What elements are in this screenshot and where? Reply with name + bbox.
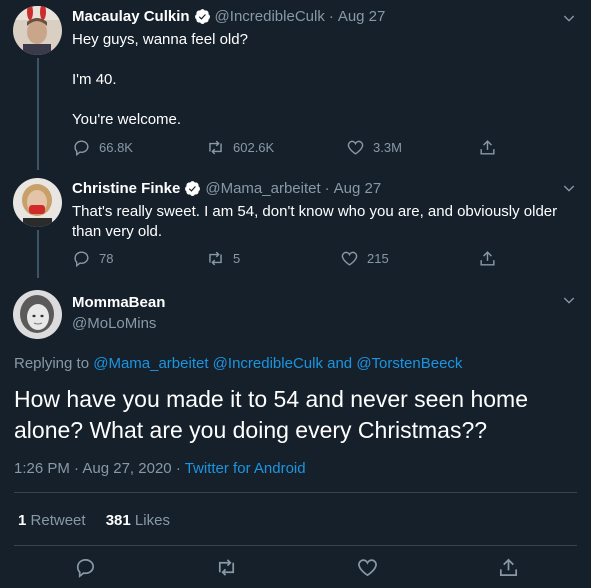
- tweet-text-line: than very old.: [72, 223, 163, 240]
- tweet-text-line: Hey guys, wanna feel old?: [72, 31, 248, 48]
- reply-count: 66.8K: [99, 140, 133, 155]
- retweet-button[interactable]: 5: [206, 249, 240, 268]
- tweet-christine-finke[interactable]: Christine Finke @Mama_arbeitet · Aug 27 …: [0, 170, 591, 280]
- main-tweet-actions: [0, 556, 591, 580]
- tweet-text-line: You're welcome.: [72, 111, 182, 128]
- divider: [14, 492, 577, 493]
- replying-to: Replying to @Mama_arbeitet @IncredibleCu…: [14, 355, 462, 372]
- main-display-name[interactable]: MommaBean: [72, 294, 165, 311]
- main-time[interactable]: 1:26 PM: [14, 460, 70, 477]
- retweet-count: 5: [233, 251, 241, 266]
- chevron-down-icon[interactable]: [561, 292, 577, 308]
- tweet-text: That's really sweet. I am 54, don't know…: [72, 202, 572, 242]
- retweet-total: 1: [18, 512, 27, 529]
- likes-stat[interactable]: 381 Likes: [106, 512, 170, 529]
- like-stat-label: Likes: [134, 512, 170, 529]
- tweet-header: Christine Finke @Mama_arbeitet · Aug 27: [72, 180, 381, 197]
- reply-button[interactable]: 78: [72, 249, 113, 268]
- retweet-button[interactable]: 602.6K: [206, 138, 274, 157]
- retweet-icon[interactable]: [215, 556, 238, 579]
- mention-and[interactable]: and: [327, 355, 352, 372]
- like-button[interactable]: 215: [340, 249, 389, 268]
- like-icon[interactable]: [356, 556, 379, 579]
- tweet-text-line: I'm 40.: [72, 71, 117, 88]
- tweet-text: Hey guys, wanna feel old? I'm 40. You're…: [72, 30, 248, 130]
- reply-button[interactable]: 66.8K: [72, 138, 133, 157]
- tweet-macaulay-culkin[interactable]: Macaulay Culkin @IncredibleCulk · Aug 27…: [0, 0, 591, 170]
- chevron-down-icon[interactable]: [561, 10, 577, 26]
- display-name[interactable]: Christine Finke: [72, 180, 180, 197]
- reply-icon[interactable]: [74, 556, 97, 579]
- chevron-down-icon[interactable]: [561, 180, 577, 196]
- tweet-actions: 78 5 215: [72, 249, 512, 271]
- share-icon: [480, 251, 495, 266]
- like-count: 3.3M: [373, 140, 402, 155]
- share-button[interactable]: [478, 249, 497, 268]
- tweet-actions: 66.8K 602.6K 3.3M: [72, 138, 512, 160]
- engagement-stats: 1 Retweet 381 Likes: [18, 512, 170, 529]
- reply-count: 78: [99, 251, 114, 266]
- retweet-icon: [209, 140, 222, 155]
- reply-icon: [74, 251, 89, 268]
- share-icon[interactable]: [497, 556, 520, 579]
- separator: ·: [74, 460, 80, 477]
- tweet-header: Macaulay Culkin @IncredibleCulk · Aug 27: [72, 8, 385, 25]
- mention-mama-arbeitet[interactable]: @Mama_arbeitet: [93, 355, 208, 372]
- separator: ·: [324, 180, 330, 197]
- retweet-stat-label: Retweet: [30, 512, 86, 529]
- tweet-text-line: That's really sweet. I am 54, don't know…: [72, 203, 558, 220]
- handle[interactable]: @Mama_arbeitet: [205, 180, 320, 197]
- retweet-count: 602.6K: [233, 140, 275, 155]
- like-icon: [347, 140, 364, 155]
- separator: ·: [328, 8, 334, 25]
- avatar-christine-finke[interactable]: [13, 178, 62, 227]
- like-count: 215: [367, 251, 389, 266]
- main-tweet-text: How have you made it to 54 and never see…: [14, 384, 528, 446]
- timestamp[interactable]: Aug 27: [338, 8, 386, 25]
- retweet-icon: [209, 251, 222, 266]
- like-icon: [341, 251, 358, 266]
- avatar-macaulay-culkin[interactable]: [13, 6, 62, 55]
- handle[interactable]: @IncredibleCulk: [215, 8, 325, 25]
- divider: [14, 545, 577, 546]
- main-tweet-text-line: alone? What are you doing every Christma…: [14, 417, 488, 443]
- mention-torstenbeeck[interactable]: @TorstenBeeck: [356, 355, 462, 372]
- mention-incredibleculk[interactable]: @IncredibleCulk: [213, 355, 323, 372]
- main-tweet-meta: 1:26 PM · Aug 27, 2020 · Twitter for And…: [14, 460, 306, 477]
- retweets-stat[interactable]: 1 Retweet: [18, 512, 90, 529]
- like-button[interactable]: 3.3M: [346, 138, 402, 157]
- share-button[interactable]: [478, 138, 497, 157]
- reply-icon: [74, 140, 89, 157]
- share-icon: [480, 140, 495, 155]
- avatar-mommabean[interactable]: [13, 290, 62, 339]
- separator: ·: [175, 460, 181, 477]
- verified-badge-icon: [194, 9, 210, 24]
- main-tweet: MommaBean @MoLoMins Replying to @Mama_ar…: [0, 280, 591, 588]
- main-tweet-text-line: How have you made it to 54 and never see…: [14, 386, 528, 412]
- timestamp[interactable]: Aug 27: [334, 180, 382, 197]
- main-date[interactable]: Aug 27, 2020: [82, 460, 171, 477]
- thread-line: [37, 230, 39, 278]
- display-name[interactable]: Macaulay Culkin: [72, 8, 190, 25]
- replying-to-label: Replying to: [14, 355, 90, 372]
- tweet-source[interactable]: Twitter for Android: [185, 460, 306, 477]
- like-total: 381: [105, 512, 131, 529]
- main-handle[interactable]: @MoLoMins: [72, 315, 156, 332]
- verified-badge-icon: [185, 181, 201, 196]
- thread-line: [37, 58, 39, 170]
